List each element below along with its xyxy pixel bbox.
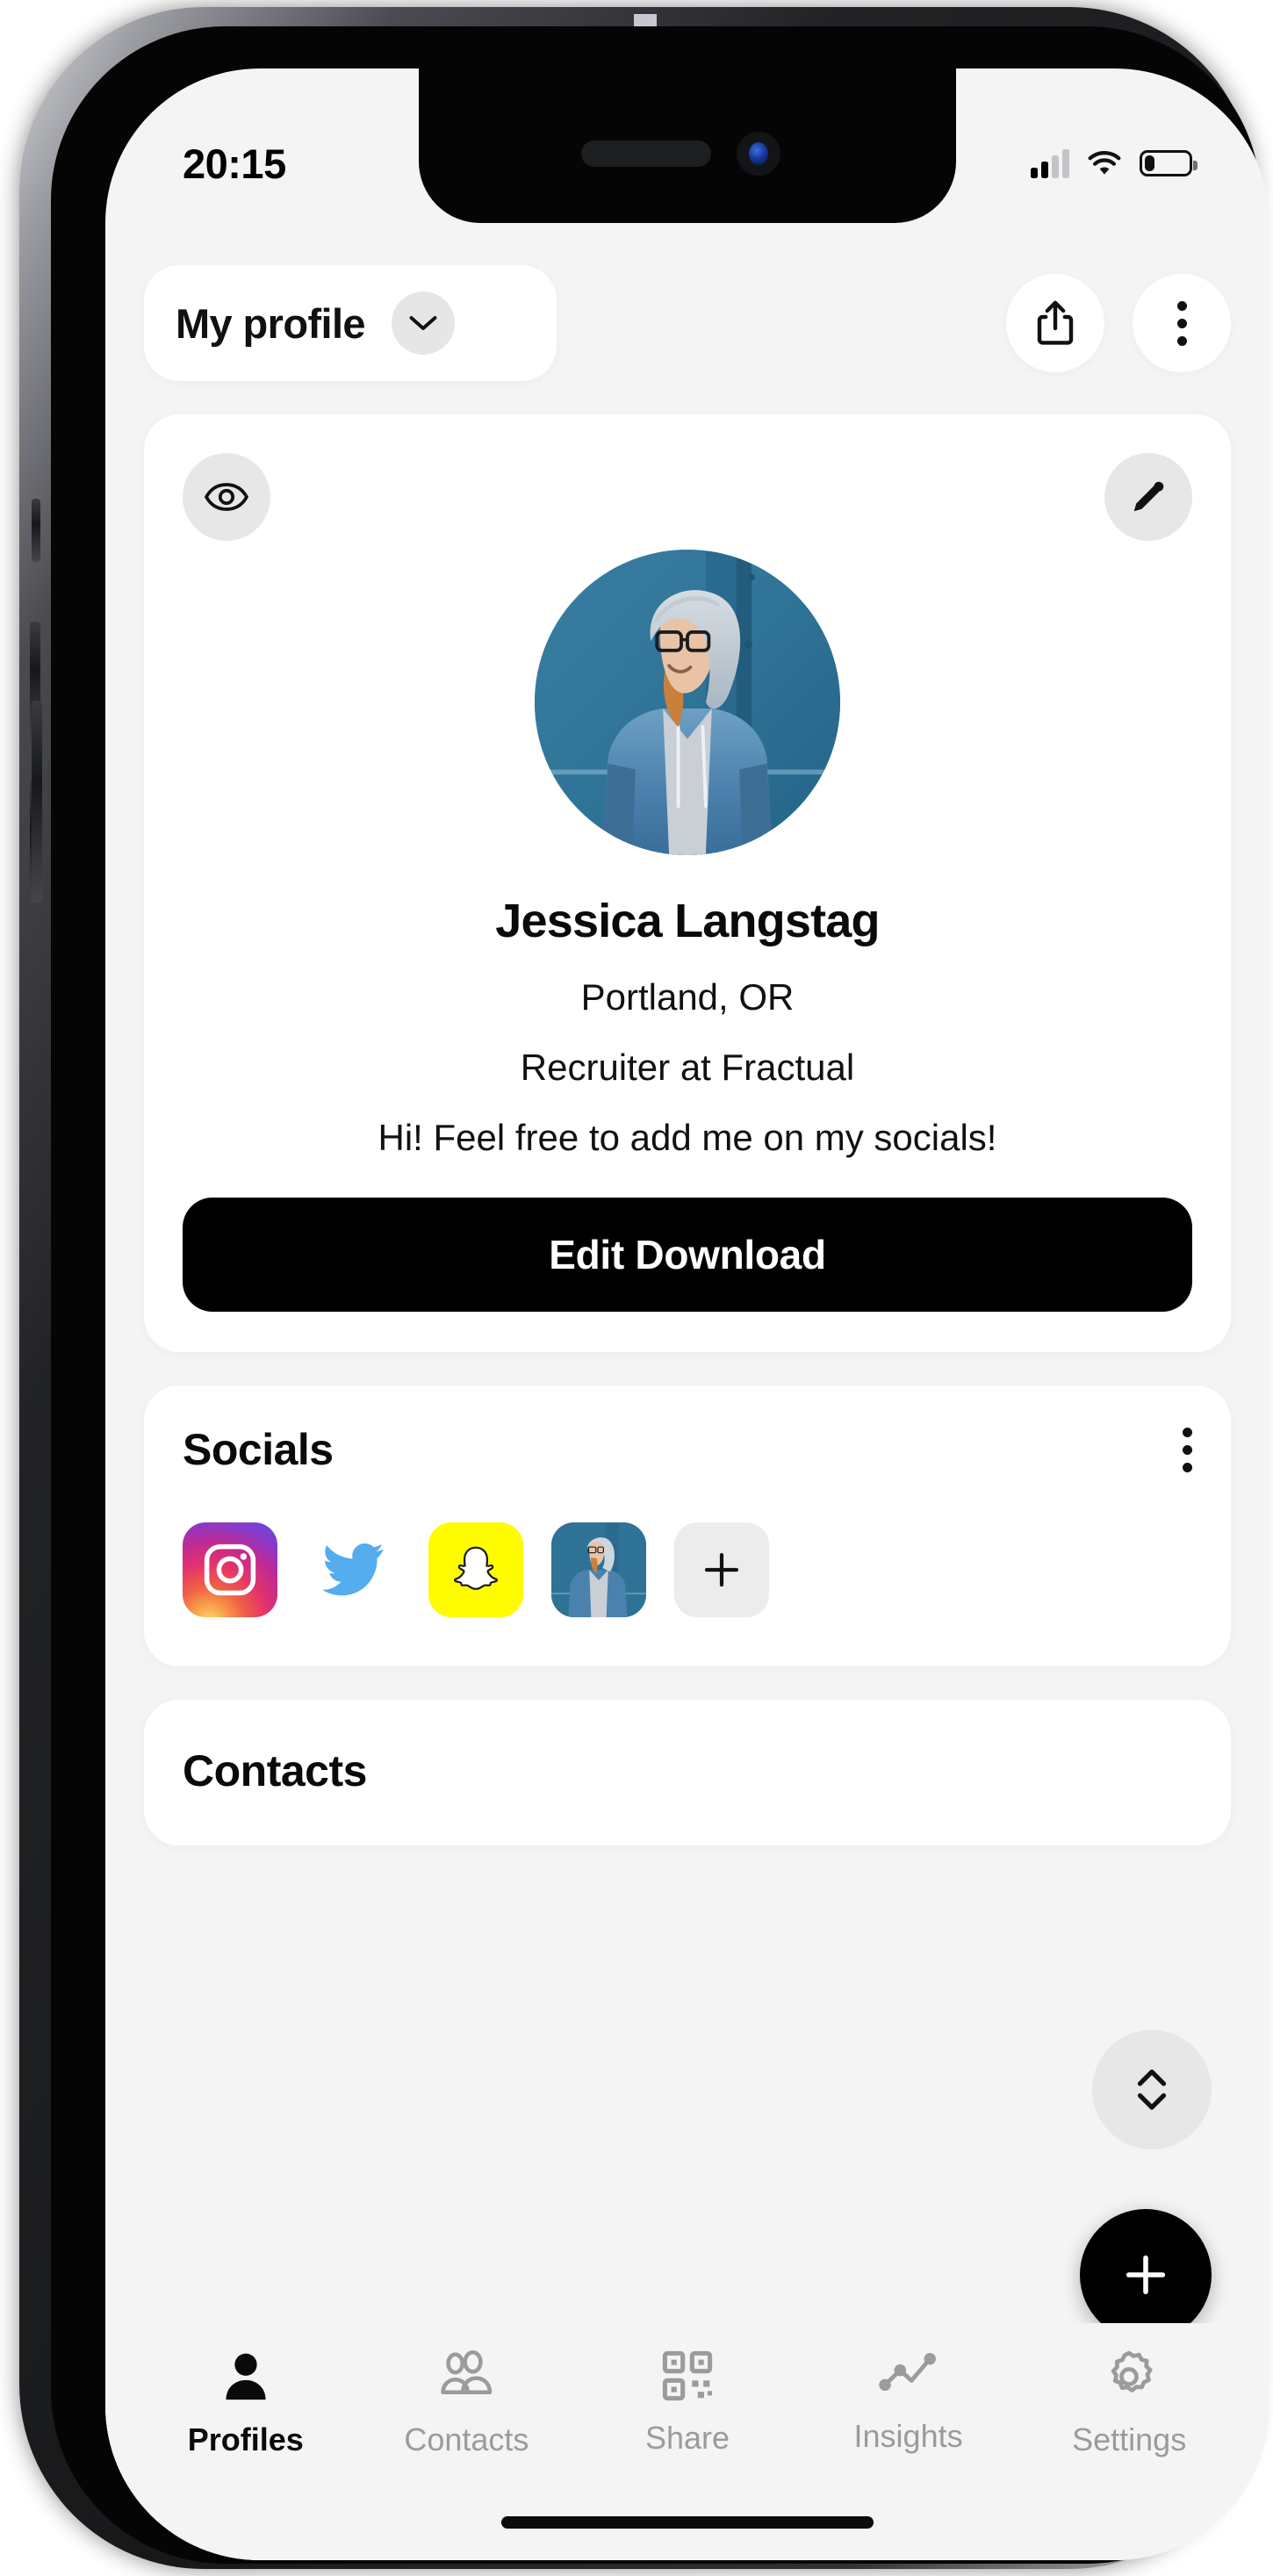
snapchat-icon <box>454 1546 498 1590</box>
edit-download-button[interactable]: Edit Download <box>183 1198 1192 1312</box>
phone-frame: 20:15 My profile Jessica Langstag Portla… <box>19 7 1269 2569</box>
chevron-down-icon[interactable] <box>391 291 455 355</box>
app-content: My profile Jessica Langstag Portland, OR… <box>105 223 1269 2560</box>
wifi-icon <box>1088 151 1121 175</box>
profile-bio: Hi! Feel free to add me on my socials! <box>378 1117 997 1158</box>
profile-role: Recruiter at Fractual <box>520 1047 855 1088</box>
profile-switcher-button[interactable]: My profile <box>144 265 557 381</box>
social-item-photo[interactable] <box>551 1522 646 1617</box>
header-actions <box>1006 274 1231 372</box>
avatar-photo <box>535 550 840 855</box>
social-item-snapchat[interactable] <box>428 1522 523 1617</box>
reorder-sections-button[interactable] <box>1092 2030 1212 2149</box>
tab-label: Insights <box>853 2418 963 2454</box>
profile-location: Portland, OR <box>580 976 795 1018</box>
battery-low-icon <box>1140 150 1197 176</box>
screenshot-stage: 20:15 My profile Jessica Langstag Portla… <box>0 0 1273 2576</box>
contacts-card: Contacts <box>144 1700 1231 1846</box>
gear-icon <box>1111 2350 1153 2393</box>
tab-share[interactable]: Share <box>577 2348 798 2457</box>
plus-icon <box>704 1552 739 1587</box>
cellular-signal-icon <box>1031 148 1069 178</box>
instagram-icon <box>204 1543 256 1596</box>
add-item-fab[interactable] <box>1080 2209 1212 2341</box>
qr-code-icon <box>662 2350 713 2401</box>
app-header: My profile <box>105 223 1269 381</box>
avatar[interactable] <box>535 550 840 855</box>
pencil-icon <box>1133 481 1164 512</box>
socials-list <box>183 1522 1192 1617</box>
social-item-instagram[interactable] <box>183 1522 277 1617</box>
tab-label: Contacts <box>404 2421 529 2457</box>
tab-settings[interactable]: Settings <box>1018 2348 1240 2458</box>
status-bar: 20:15 <box>105 68 1269 223</box>
person-icon <box>226 2353 266 2400</box>
phone-bezel: 20:15 My profile Jessica Langstag Portla… <box>51 26 1269 2564</box>
tab-label: Profiles <box>187 2421 304 2457</box>
home-indicator[interactable] <box>501 2516 874 2529</box>
eye-icon <box>205 483 248 511</box>
socials-more-button[interactable] <box>1183 1427 1192 1472</box>
share-button[interactable] <box>1006 274 1104 372</box>
status-indicators <box>1031 148 1197 178</box>
social-item-twitter[interactable] <box>306 1522 400 1617</box>
people-icon <box>441 2349 493 2395</box>
tab-label: Settings <box>1072 2421 1187 2457</box>
add-social-button[interactable] <box>674 1522 769 1617</box>
twitter-icon <box>322 1543 384 1596</box>
tab-label: Share <box>644 2420 730 2456</box>
edit-profile-button[interactable] <box>1104 453 1192 541</box>
photo-thumbnail-icon <box>551 1522 646 1617</box>
status-time: 20:15 <box>183 140 286 187</box>
socials-header: Socials <box>183 1424 1192 1475</box>
chevron-down-glyph <box>409 316 437 330</box>
chevron-up-down-icon <box>1137 2069 1167 2110</box>
mute-switch[interactable] <box>32 499 40 562</box>
tab-profiles[interactable]: Profiles <box>135 2348 356 2458</box>
phone-screen: 20:15 My profile Jessica Langstag Portla… <box>105 68 1269 2560</box>
line-chart-icon <box>878 2352 936 2392</box>
plus-icon <box>1126 2255 1166 2295</box>
tab-insights[interactable]: Insights <box>798 2348 1019 2455</box>
power-button[interactable] <box>32 701 42 903</box>
socials-card: Socials <box>144 1385 1231 1666</box>
profile-name: Jessica Langstag <box>495 895 880 947</box>
more-options-button[interactable] <box>1133 274 1231 372</box>
page-title: My profile <box>176 299 366 347</box>
profile-card: Jessica Langstag Portland, OR Recruiter … <box>144 414 1231 1352</box>
more-vertical-icon <box>1176 300 1187 346</box>
tab-contacts[interactable]: Contacts <box>356 2348 578 2458</box>
contacts-title: Contacts <box>183 1746 367 1795</box>
preview-profile-button[interactable] <box>183 453 270 541</box>
socials-title: Socials <box>183 1425 334 1474</box>
share-icon <box>1037 300 1074 345</box>
profile-card-actions <box>183 453 1192 541</box>
